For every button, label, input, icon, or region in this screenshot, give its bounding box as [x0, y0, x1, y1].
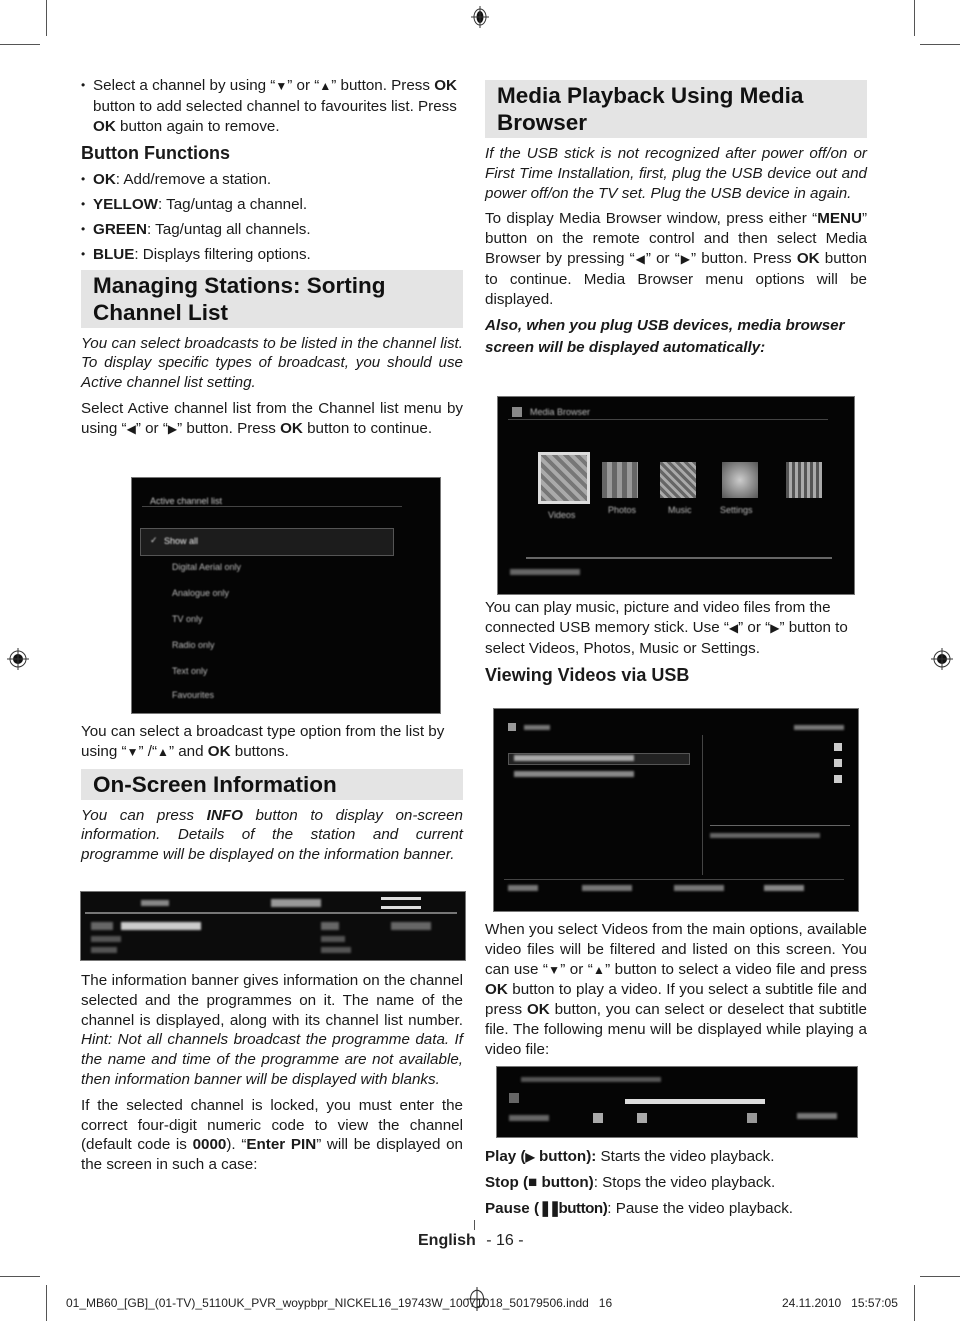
settings-icon: [722, 462, 758, 498]
info-banner-description: The information banner gives information…: [81, 972, 463, 1088]
right-arrow-icon: ▶: [167, 421, 178, 436]
crop-mark: [920, 1276, 960, 1277]
play-control: Play (▶ button): Starts the video playba…: [485, 1148, 775, 1165]
button-functions-heading: Button Functions: [81, 143, 230, 164]
videos-description: When you select Videos from the main opt…: [485, 921, 867, 1058]
crop-mark: [920, 44, 960, 45]
up-arrow-icon: ▲: [592, 962, 606, 977]
down-arrow-icon: ▼: [547, 962, 561, 977]
active-channel-list-screenshot: Active channel list ✓ Show all Digital A…: [131, 477, 441, 714]
play-icon: ▶: [525, 1150, 535, 1164]
left-column-bottom: The information banner gives information…: [81, 971, 463, 1181]
check-icon: ✓: [150, 535, 158, 545]
crop-mark: [914, 1285, 915, 1321]
menu-option: Digital Aerial only: [172, 562, 242, 572]
crop-mark: [914, 0, 915, 36]
registration-mark-icon: [931, 648, 953, 670]
left-arrow-icon: ◀: [634, 251, 646, 266]
progress-bar: [625, 1099, 765, 1104]
favourites-instruction: Select a channel by using “▼” or “▲” but…: [81, 76, 463, 136]
pause-icon: ❚❚: [539, 1200, 562, 1217]
media-browser-logo-icon: [512, 407, 522, 417]
music-icon: [660, 462, 696, 498]
playback-controls: Play (▶ button): Starts the video playba…: [485, 1144, 867, 1222]
media-browser-screenshot: Media Browser Videos Photos Music Settin…: [497, 396, 855, 595]
menu-option: Text only: [172, 666, 208, 676]
crop-mark: [474, 1220, 475, 1230]
page-number: - 16 -: [486, 1232, 524, 1249]
right-column: Media Playback Using Media Browser If th…: [485, 80, 867, 365]
left-arrow-icon: ◀: [728, 620, 739, 635]
crop-mark: [0, 1276, 40, 1277]
crop-mark: [46, 0, 47, 36]
auto-display-note: Also, when you plug USB devices, media b…: [485, 317, 845, 357]
right-column-lower: When you select Videos from the main opt…: [485, 920, 867, 1066]
sorting-instruction: Select Active channel list from the Chan…: [81, 399, 463, 437]
onscreen-info-heading: On-Screen Information: [81, 768, 463, 800]
info-banner-screenshot: [80, 891, 466, 961]
crop-mark: [0, 44, 40, 45]
menu-option: TV only: [172, 614, 203, 624]
stop-control: Stop (■ button): Stops the video playbac…: [485, 1174, 776, 1191]
down-arrow-icon: ▼: [275, 79, 288, 93]
button-functions-list: OK: Add/remove a station. YELLOW: Tag/un…: [81, 170, 463, 264]
right-arrow-icon: ▶: [679, 251, 691, 266]
up-arrow-icon: ▲: [319, 79, 332, 93]
locked-channel-description: If the selected channel is locked, you m…: [81, 1096, 463, 1174]
photos-icon: [602, 462, 638, 498]
list-item: GREEN: Tag/untag all channels.: [81, 220, 463, 240]
video-playback-screenshot: [496, 1066, 858, 1138]
pause-control: Pause (❚❚button): Pause the video playba…: [485, 1200, 794, 1217]
left-column: Select a channel by using “▼” or “▲” but…: [81, 76, 463, 446]
videos-icon: [538, 452, 590, 504]
menu-option: Settings: [720, 505, 753, 515]
media-browser-heading: Media Playback Using Media Browser: [485, 80, 867, 138]
list-item: YELLOW: Tag/untag a channel.: [81, 195, 463, 215]
menu-option: Analogue only: [172, 588, 230, 598]
broadcast-type-instruction: You can select a broadcast type option f…: [81, 723, 445, 760]
slug-date: 24.11.2010 15:57:05: [782, 1296, 898, 1310]
footer-language: English: [418, 1232, 476, 1249]
sorting-heading: Managing Stations: Sorting Channel List: [81, 269, 463, 328]
right-column-mid: You can play music, picture and video fi…: [485, 598, 867, 692]
list-item: BLUE: Displays filtering options.: [81, 245, 463, 265]
screen-title: Active channel list: [150, 496, 223, 506]
registration-mark-icon: [7, 648, 29, 670]
menu-option: Videos: [548, 510, 576, 520]
screen-title: Media Browser: [530, 407, 591, 417]
extra-icon: [786, 462, 822, 498]
page-footer: English - 16 -: [418, 1232, 524, 1250]
media-browser-instruction: To display Media Browser window, press e…: [485, 210, 867, 308]
left-arrow-icon: ◀: [126, 421, 136, 436]
up-arrow-icon: ▲: [157, 744, 169, 759]
down-arrow-icon: ▼: [126, 744, 139, 759]
crop-mark: [46, 1285, 47, 1321]
usb-playback-description: You can play music, picture and video fi…: [485, 599, 848, 657]
registration-mark-icon: [471, 6, 489, 28]
sorting-intro: You can select broadcasts to be listed i…: [81, 334, 463, 392]
slug-filename: 01_MB60_[GB]_(01-TV)_5110UK_PVR_woypbpr_…: [66, 1296, 613, 1310]
menu-option: Show all: [164, 536, 199, 546]
onscreen-info-intro: You can press INFO button to display on-…: [81, 806, 463, 864]
stop-icon: ■: [528, 1174, 538, 1191]
list-item: OK: Add/remove a station.: [81, 170, 463, 190]
menu-option: Music: [668, 505, 692, 515]
viewing-videos-heading: Viewing Videos via USB: [485, 665, 690, 686]
menu-option: Radio only: [172, 640, 215, 650]
left-column-lower: You can select a broadcast type option f…: [81, 722, 463, 871]
usb-recognition-note: If the USB stick is not recognized after…: [485, 145, 867, 202]
menu-option: Photos: [608, 505, 637, 515]
menu-option: Favourites: [172, 690, 215, 700]
video-browser-screenshot: [493, 708, 859, 912]
